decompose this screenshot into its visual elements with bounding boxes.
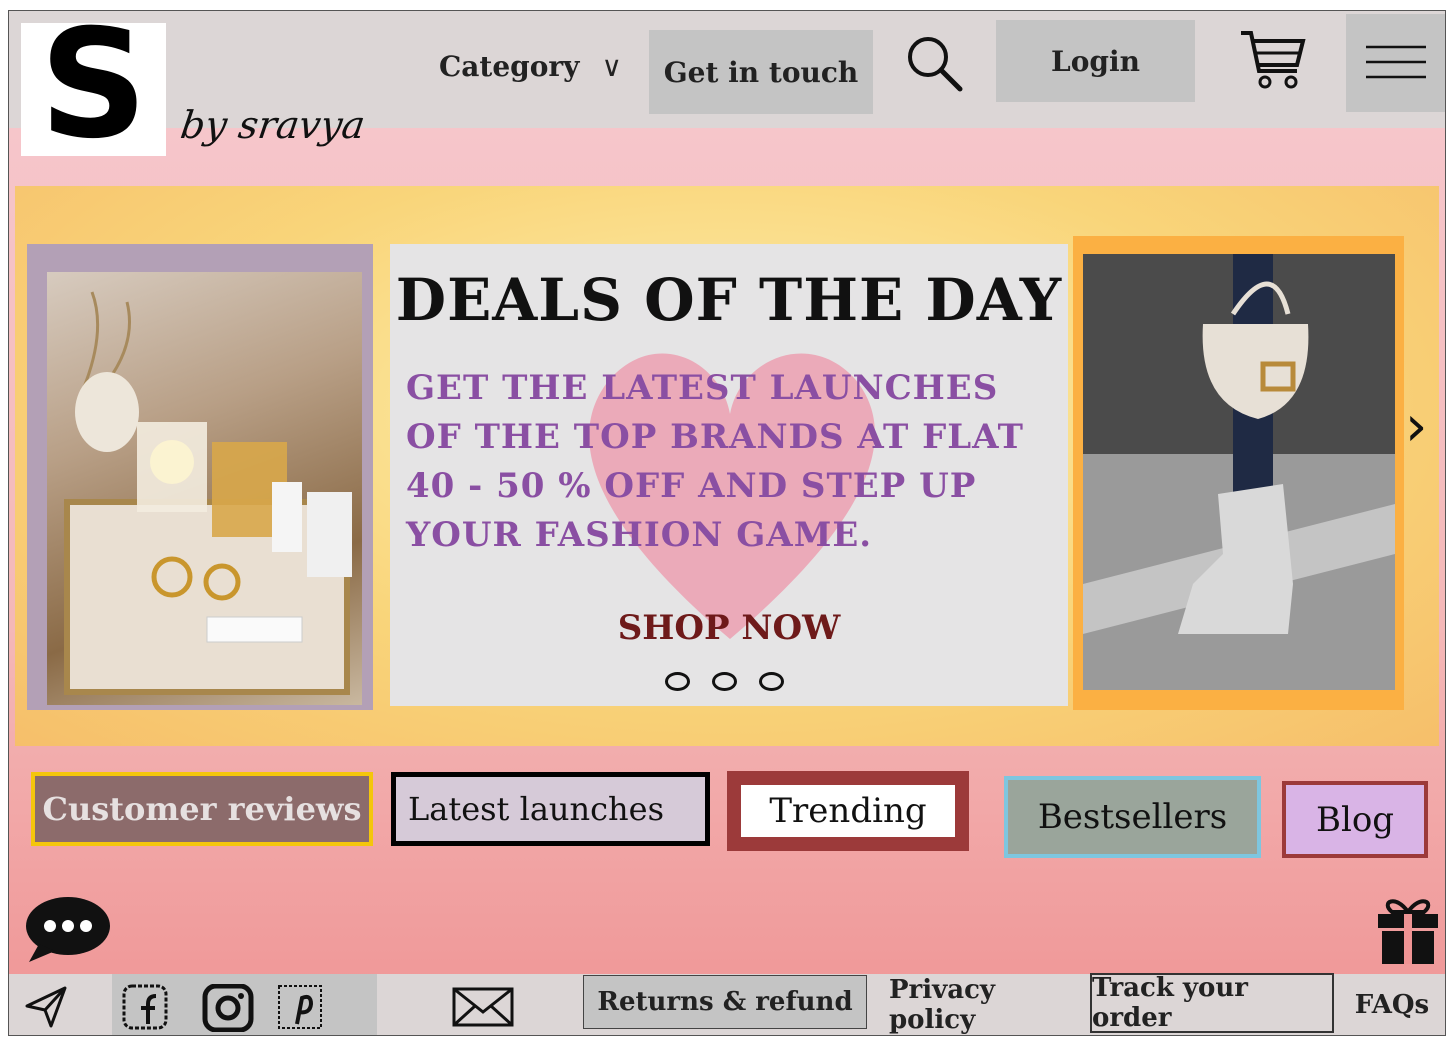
social-links xyxy=(112,974,377,1035)
carousel-dot[interactable] xyxy=(759,672,784,691)
pinterest-icon[interactable] xyxy=(277,984,323,1030)
chat-icon[interactable] xyxy=(25,896,111,964)
blog-label: Blog xyxy=(1315,799,1395,840)
bestsellers-button[interactable]: Bestsellers xyxy=(1004,776,1261,858)
gift-icon[interactable] xyxy=(1376,896,1440,964)
trending-button[interactable]: Trending xyxy=(727,771,969,851)
shop-now-button[interactable]: SHOP NOW xyxy=(390,608,1068,648)
latest-launches-button[interactable]: Latest launches xyxy=(391,772,710,846)
carousel-dot[interactable] xyxy=(712,672,737,691)
deal-title: DEALS OF THE DAY xyxy=(395,266,1063,334)
handbag-photo xyxy=(1083,254,1395,690)
privacy-policy-label: Privacy policy xyxy=(889,974,996,1035)
faqs-label: FAQs xyxy=(1354,989,1430,1020)
hero-banner: DEALS OF THE DAY GET THE LATEST LAUNCHES… xyxy=(15,186,1439,746)
send-icon[interactable] xyxy=(23,984,69,1030)
hero-side-card-right[interactable] xyxy=(1073,236,1404,710)
trending-label: Trending xyxy=(741,785,955,837)
chevron-down-icon: ∨ xyxy=(601,49,622,83)
hamburger-menu-icon[interactable] xyxy=(1346,14,1445,112)
returns-refund-link[interactable]: Returns & refund xyxy=(583,975,867,1029)
page-frame: Category ∨ Get in touch Login S by sravy… xyxy=(8,10,1446,1036)
bestsellers-label: Bestsellers xyxy=(1037,797,1228,837)
category-dropdown[interactable]: Category ∨ xyxy=(439,41,622,91)
get-in-touch-label: Get in touch xyxy=(663,55,859,89)
login-button[interactable]: Login xyxy=(996,20,1195,102)
deal-card[interactable]: DEALS OF THE DAY GET THE LATEST LAUNCHES… xyxy=(390,244,1068,706)
mail-icon[interactable] xyxy=(451,984,515,1030)
hero-side-card-left[interactable] xyxy=(27,244,373,710)
facebook-icon[interactable] xyxy=(122,984,168,1030)
blog-button[interactable]: Blog xyxy=(1282,781,1428,858)
login-label: Login xyxy=(1051,44,1140,78)
logo-letter: S xyxy=(39,10,148,172)
brand-tagline: by sravya xyxy=(177,103,368,147)
jewelry-photo xyxy=(47,272,362,705)
customer-reviews-label: Customer reviews xyxy=(42,790,362,828)
brand-logo[interactable]: S xyxy=(21,11,166,160)
track-order-link[interactable]: Track your order xyxy=(1090,973,1334,1033)
deal-description: GET THE LATEST LAUNCHES OF THE TOP BRAND… xyxy=(406,368,1024,555)
chevron-right-icon[interactable]: › xyxy=(1405,394,1427,459)
customer-reviews-button[interactable]: Customer reviews xyxy=(31,772,373,846)
carousel-dot[interactable] xyxy=(665,672,690,691)
carousel-dots xyxy=(665,672,784,691)
cart-icon[interactable] xyxy=(1237,25,1307,95)
privacy-policy-link[interactable]: Privacy policy xyxy=(889,974,1089,1035)
instagram-icon[interactable] xyxy=(202,983,254,1033)
returns-refund-label: Returns & refund xyxy=(597,987,853,1017)
latest-launches-label: Latest launches xyxy=(408,790,664,828)
search-icon[interactable] xyxy=(904,33,966,95)
footer: Returns & refund Privacy policy Track yo… xyxy=(9,973,1445,1035)
faqs-link[interactable]: FAQs xyxy=(1339,974,1445,1035)
track-order-label: Track your order xyxy=(1092,973,1248,1033)
get-in-touch-button[interactable]: Get in touch xyxy=(649,30,873,114)
category-label: Category xyxy=(439,49,580,83)
